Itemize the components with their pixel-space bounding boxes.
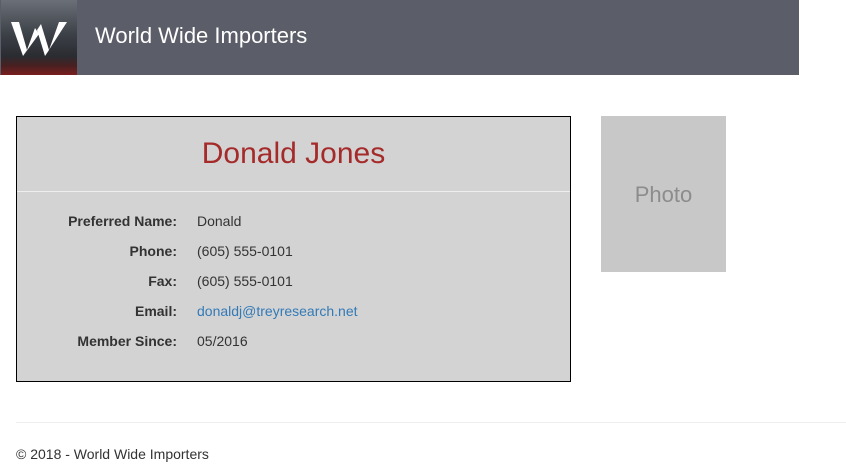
profile-card-header: Donald Jones	[17, 117, 570, 192]
detail-row-fax: Fax: (605) 555-0101	[17, 271, 570, 291]
detail-value: 05/2016	[197, 333, 248, 349]
profile-card: Donald Jones Preferred Name: Donald Phon…	[16, 116, 571, 382]
detail-label: Preferred Name:	[68, 213, 177, 229]
detail-row-email: Email: donaldj@treyresearch.net	[17, 301, 570, 321]
top-navbar: World Wide Importers	[0, 0, 799, 75]
detail-row-member-since: Member Since: 05/2016	[17, 331, 570, 351]
detail-label: Phone:	[129, 243, 177, 259]
detail-label: Email:	[134, 303, 177, 319]
detail-label: Member Since:	[77, 333, 177, 349]
brand-link[interactable]: World Wide Importers	[95, 22, 307, 50]
detail-value: Donald	[197, 213, 242, 229]
detail-value: (605) 555-0101	[197, 273, 293, 289]
email-link[interactable]: donaldj@treyresearch.net	[197, 301, 358, 321]
detail-label: Fax:	[148, 273, 177, 289]
detail-row-phone: Phone: (605) 555-0101	[17, 241, 570, 261]
footer-divider	[16, 422, 846, 423]
person-name: Donald Jones	[201, 137, 386, 170]
detail-value: (605) 555-0101	[197, 243, 293, 259]
photo-placeholder: Photo	[601, 116, 726, 272]
detail-row-preferred-name: Preferred Name: Donald	[17, 211, 570, 231]
photo-placeholder-text: Photo	[634, 182, 693, 207]
w-logo-icon	[11, 22, 67, 56]
logo-icon[interactable]	[1, 0, 77, 75]
footer-copyright: © 2018 - World Wide Importers	[16, 446, 209, 462]
